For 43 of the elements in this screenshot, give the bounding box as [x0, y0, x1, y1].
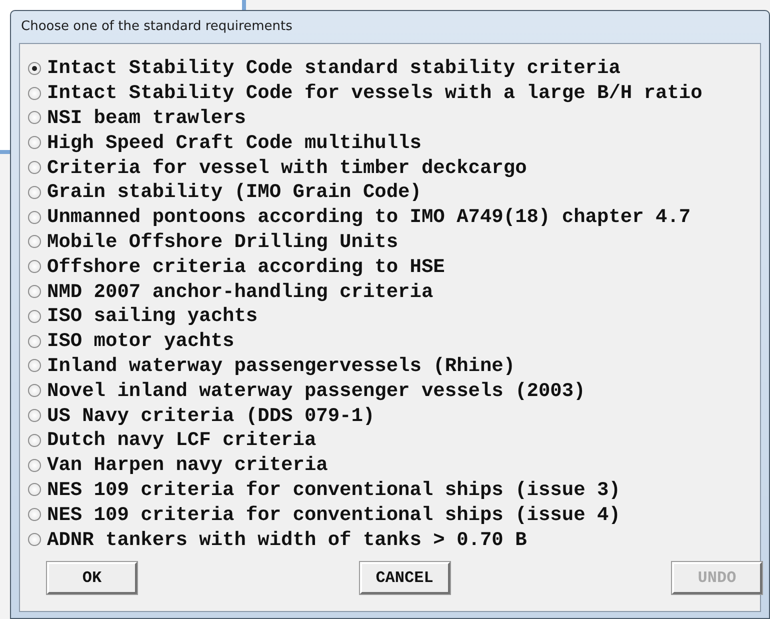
option-label[interactable]: ISO sailing yachts — [47, 305, 258, 328]
radio-button[interactable] — [28, 334, 41, 348]
option-label[interactable]: Dutch navy LCF criteria — [47, 429, 316, 452]
radio-button[interactable] — [28, 62, 41, 75]
option-label[interactable]: High Speed Craft Code multihulls — [47, 132, 422, 154]
radio-button[interactable] — [28, 235, 41, 248]
radio-button[interactable] — [28, 409, 41, 422]
option-label[interactable]: Intact Stability Code standard stability criteria — [47, 57, 620, 80]
radio-button[interactable] — [28, 111, 41, 124]
option-label[interactable]: Mobile Offshore Drilling Units — [47, 230, 398, 253]
window-title: Choose one of the standard requirements — [20, 18, 294, 36]
option-label[interactable]: Criteria for vessel with timber deckcargo — [47, 156, 527, 179]
option-label[interactable]: NES 109 criteria for conventional ships (issue 3) — [47, 478, 620, 501]
option-label[interactable]: Unmanned pontoons according to IMO A749(18) chapter 4.7 — [47, 206, 691, 228]
option-label[interactable]: Novel inland waterway passenger vessels (2003) — [47, 380, 586, 402]
radio-button[interactable] — [28, 86, 41, 100]
dialog-button[interactable]: CANCEL — [360, 562, 450, 594]
option-label[interactable]: NMD 2007 anchor-handling criteria — [47, 280, 434, 303]
option-label[interactable]: NSI beam trawlers — [47, 106, 246, 129]
option-label[interactable]: NES 109 criteria for conventional ships (issue 4) — [47, 504, 620, 526]
radio-button[interactable] — [28, 359, 41, 372]
radio-button[interactable] — [28, 508, 41, 522]
radio-button[interactable] — [28, 458, 41, 472]
radio-button[interactable] — [28, 210, 41, 224]
radio-button[interactable] — [28, 186, 41, 199]
option-label[interactable]: Offshore criteria according to HSE — [47, 256, 445, 278]
dialog-button[interactable]: OK — [47, 562, 137, 594]
option-label[interactable]: ADNR tankers with width of tanks > 0.70 B — [47, 528, 527, 551]
radio-button[interactable] — [28, 285, 41, 298]
option-label[interactable]: ISO motor yachts — [47, 330, 234, 352]
option-label[interactable]: Grain stability (IMO Grain Code) — [47, 181, 422, 204]
radio-button[interactable] — [28, 434, 41, 447]
radio-button[interactable] — [28, 384, 41, 398]
radio-button[interactable] — [28, 310, 41, 323]
option-label[interactable]: Inland waterway passengervessels (Rhine) — [47, 354, 516, 377]
radio-button[interactable] — [28, 483, 41, 496]
option-label[interactable]: US Navy criteria (DDS 079-1) — [47, 404, 375, 427]
radio-button[interactable] — [28, 161, 41, 174]
radio-button[interactable] — [28, 533, 41, 546]
option-label[interactable]: Intact Stability Code for vessels with a large B/H ratio — [47, 82, 702, 104]
option-label[interactable]: Van Harpen navy criteria — [47, 454, 328, 476]
radio-button[interactable] — [28, 260, 41, 274]
radio-button[interactable] — [28, 136, 41, 150]
